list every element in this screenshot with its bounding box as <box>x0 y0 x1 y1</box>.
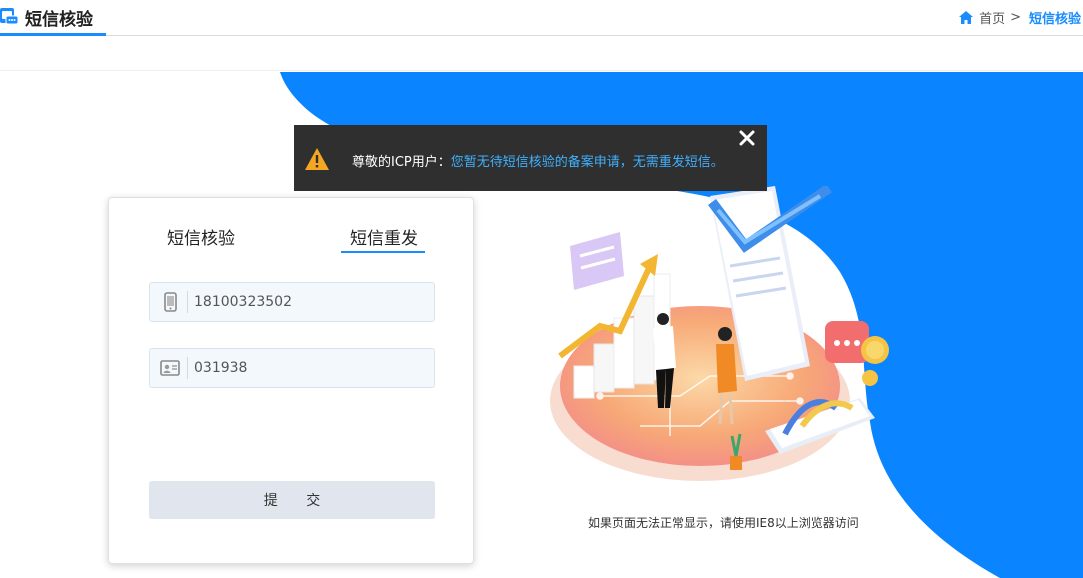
breadcrumb-home-link[interactable]: 首页 <box>979 8 1005 27</box>
message-icon <box>0 8 18 25</box>
phone-field <box>149 282 435 322</box>
submit-button[interactable]: 提 交 <box>149 481 435 519</box>
page-title-tab: 短信核验 <box>0 0 106 36</box>
mobile-phone-icon <box>164 292 177 312</box>
close-icon[interactable] <box>737 128 757 148</box>
tab-sms-resend[interactable]: 短信重发 <box>350 224 418 249</box>
sms-verification-card: 短信核验 短信重发 提 交 <box>108 197 474 564</box>
verification-code-input[interactable] <box>194 349 426 387</box>
alert-label: 尊敬的ICP用户： <box>352 155 451 170</box>
phone-input[interactable] <box>194 283 426 321</box>
code-field <box>149 348 435 388</box>
top-header: 短信核验 首页 > 短信核验 <box>0 0 1083 36</box>
home-icon[interactable] <box>959 11 974 24</box>
browser-compat-note: 如果页面无法正常显示，请使用IE8以上浏览器访问 <box>588 516 859 530</box>
alert-message: 您暂无待短信核验的备案申请，无需重发短信。 <box>450 155 724 170</box>
content-divider <box>0 70 1083 71</box>
breadcrumb-current: 短信核验 <box>1028 12 1081 27</box>
alert-text: 尊敬的ICP用户：您暂无待短信核验的备案申请，无需重发短信。 <box>352 151 724 170</box>
page-title: 短信核验 <box>25 10 93 30</box>
field-divider <box>187 291 188 313</box>
id-card-icon <box>160 360 180 376</box>
active-tab-indicator <box>341 251 425 253</box>
breadcrumb-separator: > <box>1010 10 1021 25</box>
verification-illustration <box>550 186 889 481</box>
warning-icon <box>305 148 329 170</box>
alert-toast: 尊敬的ICP用户：您暂无待短信核验的备案申请，无需重发短信。 <box>294 125 767 191</box>
field-divider <box>187 357 188 379</box>
tab-sms-verification[interactable]: 短信核验 <box>167 224 235 249</box>
breadcrumb: 首页 > 短信核验 <box>959 8 1081 27</box>
